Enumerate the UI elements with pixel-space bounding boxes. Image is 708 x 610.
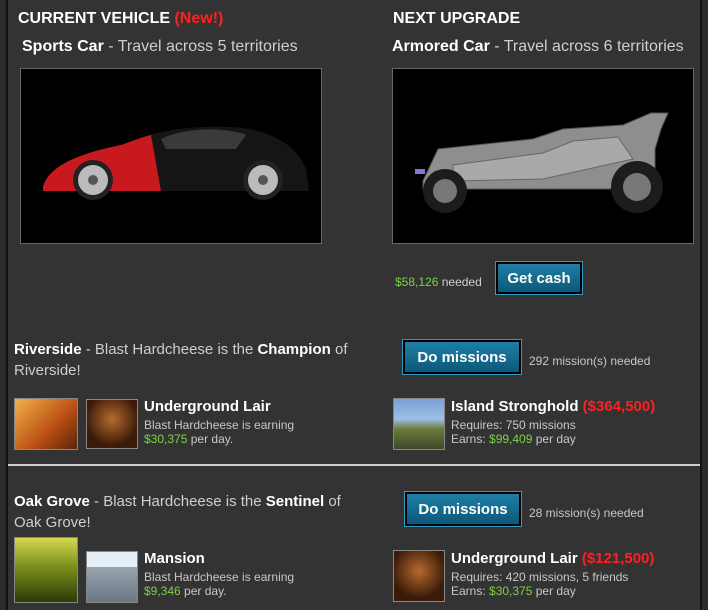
next-property-earns: Earns: $30,375 per day xyxy=(451,584,654,598)
territory-desc-text: - Blast Hardcheese is the xyxy=(89,493,266,510)
cash-needed-amount: $58,126 xyxy=(395,275,439,289)
earns-label: Earns: xyxy=(451,584,490,598)
territory-name: Oak Grove xyxy=(14,493,90,510)
mansion-thumbnail xyxy=(86,551,138,603)
owned-property-earning: $30,375 per day. xyxy=(144,432,294,446)
next-vehicle-name: Armored Car xyxy=(392,38,490,55)
territory-rank: Champion xyxy=(257,341,331,358)
next-upgrade-subtitle: Armored Car - Travel across 6 territorie… xyxy=(392,38,684,56)
island-stronghold-thumbnail[interactable] xyxy=(393,398,445,450)
territory-desc-of: of xyxy=(330,341,348,358)
earns-label: Earns: xyxy=(451,432,490,446)
earns-suffix: per day xyxy=(532,584,576,598)
earns-amount: $30,375 xyxy=(489,584,533,598)
current-vehicle-name: Sports Car xyxy=(22,38,104,55)
earns-amount: $99,409 xyxy=(489,432,533,446)
next-property-name: Underground Lair xyxy=(451,550,578,567)
territory-desc-text: - Blast Hardcheese is the xyxy=(81,341,258,358)
new-badge: (New!) xyxy=(174,10,224,27)
do-missions-label: Do missions xyxy=(418,500,508,518)
owned-property-title: Underground Lair xyxy=(144,398,271,415)
do-missions-button-riverside[interactable]: Do missions xyxy=(402,339,522,375)
owned-property-title: Mansion xyxy=(144,550,205,567)
missions-needed-riverside: 292 mission(s) needed xyxy=(529,354,651,368)
get-cash-label: Get cash xyxy=(507,269,571,287)
owned-earning-suffix: per day. xyxy=(180,584,227,598)
territory-riverside-desc: Riverside - Blast Hardcheese is the Cham… xyxy=(14,339,384,381)
owned-earning-amount: $30,375 xyxy=(144,432,188,446)
earns-suffix: per day xyxy=(532,432,576,446)
territory-rank: Sentinel xyxy=(265,493,325,510)
next-property-requirements: Requires: 420 missions, 5 friends xyxy=(451,570,629,584)
oak-grove-territory-image xyxy=(14,537,78,603)
territory-desc-of: of xyxy=(324,493,341,510)
next-property-title: Underground Lair ($121,500) xyxy=(451,550,654,567)
current-vehicle-heading-text: CURRENT VEHICLE xyxy=(18,10,171,27)
next-property-name: Island Stronghold xyxy=(451,398,579,415)
owned-earning-amount: $9,346 xyxy=(144,584,181,598)
cash-needed-suffix: needed xyxy=(438,275,482,289)
owned-property-oak-grove: Mansion Blast Hardcheese is earning $9,3… xyxy=(144,550,294,598)
next-upgrade-heading: NEXT UPGRADE xyxy=(393,10,521,27)
territory-oak-grove-desc: Oak Grove - Blast Hardcheese is the Sent… xyxy=(14,491,384,533)
armored-car-image xyxy=(392,68,694,244)
cash-needed: $58,126 needed xyxy=(395,275,482,289)
next-property-earns: Earns: $99,409 per day xyxy=(451,432,655,446)
owned-property-earning-text: Blast Hardcheese is earning xyxy=(144,570,295,584)
get-cash-button[interactable]: Get cash xyxy=(495,261,583,295)
owned-earning-suffix: per day. xyxy=(187,432,234,446)
section-divider xyxy=(8,464,700,466)
next-property-oak-grove: Underground Lair ($121,500) Requires: 42… xyxy=(451,550,654,598)
owned-property-riverside: Underground Lair Blast Hardcheese is ear… xyxy=(144,398,294,446)
next-vehicle-desc: - Travel across 6 territories xyxy=(489,38,684,55)
territory-desc-line2: Oak Grove! xyxy=(14,514,91,531)
riverside-territory-image xyxy=(14,398,78,450)
next-property-price: ($121,500) xyxy=(581,550,655,567)
do-missions-button-oak-grove[interactable]: Do missions xyxy=(404,491,522,527)
territory-desc-line2: Riverside! xyxy=(14,362,81,379)
next-property-requirements: Requires: 750 missions xyxy=(451,418,576,432)
sports-car-image xyxy=(20,68,322,244)
next-property-title: Island Stronghold ($364,500) xyxy=(451,398,655,415)
territory-name: Riverside xyxy=(14,341,82,358)
missions-needed-oak-grove: 28 mission(s) needed xyxy=(529,506,644,520)
next-property-price: ($364,500) xyxy=(582,398,656,415)
do-missions-label: Do missions xyxy=(417,348,507,366)
current-vehicle-desc: - Travel across 5 territories xyxy=(103,38,298,55)
next-property-riverside: Island Stronghold ($364,500) Requires: 7… xyxy=(451,398,655,446)
current-vehicle-heading: CURRENT VEHICLE (New!) xyxy=(18,10,223,28)
underground-lair-next-thumbnail[interactable] xyxy=(393,550,445,602)
owned-property-earning-text: Blast Hardcheese is earning xyxy=(144,418,295,432)
underground-lair-thumbnail xyxy=(86,399,138,449)
current-vehicle-subtitle: Sports Car - Travel across 5 territories xyxy=(22,38,298,56)
owned-property-earning: $9,346 per day. xyxy=(144,584,294,598)
